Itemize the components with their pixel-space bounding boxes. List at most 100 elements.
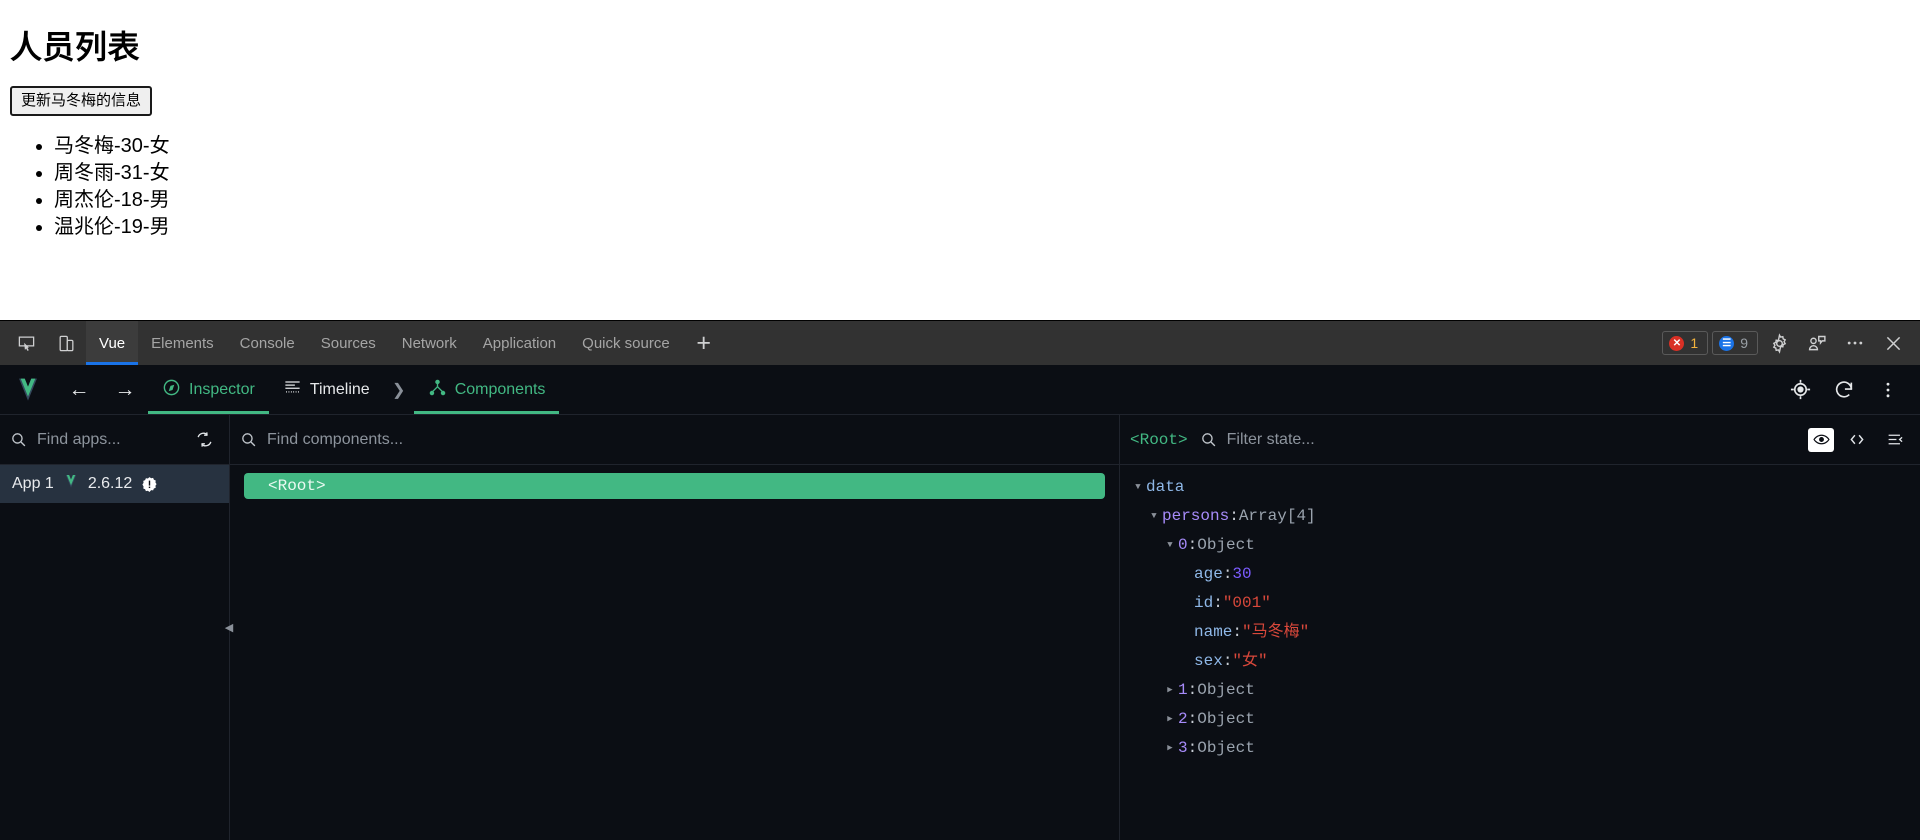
devtools-tab-console[interactable]: Console [227, 321, 308, 365]
state-breadcrumb[interactable]: <Root> [1130, 431, 1192, 449]
vue-logo-icon[interactable] [0, 365, 56, 414]
warning-badge-icon [140, 475, 158, 493]
timeline-icon [283, 378, 302, 402]
caret-down-icon[interactable]: ▼ [1146, 502, 1162, 531]
filter-state-input[interactable] [1224, 429, 1800, 450]
state-separator: : [1187, 710, 1198, 728]
state-value: Array[4] [1238, 507, 1316, 525]
vue-version-logo-icon [62, 474, 80, 494]
state-key: 3 [1178, 739, 1188, 757]
state-key: 0 [1178, 536, 1188, 554]
devtools-tab-vue[interactable]: Vue [86, 321, 139, 365]
message-icon: ☰ [1719, 335, 1735, 351]
navbar-spacer [559, 365, 1778, 414]
state-tree-row[interactable]: name: "马冬梅" [1130, 618, 1920, 647]
close-icon[interactable] [1876, 327, 1910, 359]
caret-down-icon[interactable]: ▼ [1162, 531, 1178, 560]
vue-tab-components[interactable]: Components [413, 365, 560, 414]
person-list-item: 周冬雨-31-女 [54, 161, 1910, 186]
inspector-icon [162, 378, 181, 402]
components-pane-header [230, 415, 1119, 465]
state-tree-row[interactable]: ▼ persons: Array[4] [1130, 502, 1920, 531]
state-tree-row[interactable]: ▼ 0: Object [1130, 531, 1920, 560]
component-tree-item-root[interactable]: <Root> [244, 473, 1105, 499]
state-value: "女" [1232, 652, 1268, 670]
state-tree-row[interactable]: ▶ 2: Object [1130, 705, 1920, 734]
state-key: persons [1162, 507, 1230, 525]
collapse-all-icon[interactable] [1880, 425, 1910, 455]
state-tree-row[interactable]: age: 30 [1130, 560, 1920, 589]
devtools-tab-application[interactable]: Application [470, 321, 569, 365]
state-tree-row[interactable]: id: "001" [1130, 589, 1920, 618]
caret-right-icon[interactable]: ▶ [1162, 734, 1178, 763]
update-person-button[interactable]: 更新马冬梅的信息 [10, 86, 153, 116]
error-count-badge[interactable]: ✕ 1 [1662, 331, 1709, 355]
app-list-item[interactable]: App 1 2.6.12 [0, 465, 229, 503]
message-count-badge[interactable]: ☰ 9 [1712, 331, 1758, 355]
devtools-tab-quick-source[interactable]: Quick source [569, 321, 683, 365]
state-tree-row[interactable]: ▼ data [1130, 473, 1920, 502]
state-tree-row[interactable]: ▶ 3: Object [1130, 734, 1920, 763]
caret-right-icon[interactable]: ▶ [1162, 705, 1178, 734]
target-icon[interactable] [1778, 368, 1822, 412]
message-count-value: 9 [1740, 335, 1748, 351]
vue-tab-timeline[interactable]: Timeline [269, 365, 384, 414]
state-value: Object [1197, 536, 1255, 554]
vue-devtools-icon[interactable] [1800, 327, 1834, 359]
collapse-apps-pane-handle[interactable]: ◀ [222, 621, 236, 635]
person-list-item: 马冬梅-30-女 [54, 134, 1910, 159]
devtools-tabstrip: Vue Elements Console Sources Network App… [0, 321, 1920, 365]
component-tree: <Root> [230, 465, 1119, 840]
page-title: 人员列表 [10, 29, 141, 65]
gear-icon[interactable] [1762, 327, 1796, 359]
state-tree: ▼ data ▼ persons: Array[4] ▼ 0: Object age: 30… [1120, 465, 1920, 840]
browser-viewport: 人员列表 更新马冬梅的信息 马冬梅-30-女周冬雨-31-女周杰伦-18-男温兆… [0, 0, 1920, 320]
nav-back-button[interactable]: ← [56, 365, 102, 414]
state-key: sex [1194, 652, 1223, 670]
person-list-item: 温兆伦-19-男 [54, 215, 1910, 240]
apps-pane-header [0, 415, 229, 465]
state-separator: : [1187, 536, 1198, 554]
state-tree-row[interactable]: ▶ 1: Object [1130, 676, 1920, 705]
app-name: App 1 [12, 475, 54, 492]
vue-tab-inspector[interactable]: Inspector [148, 365, 269, 414]
state-tree-row[interactable]: sex: "女" [1130, 647, 1920, 676]
tabstrip-spacer [725, 321, 1663, 365]
add-tab-button[interactable]: + [683, 321, 725, 365]
state-key: data [1146, 478, 1185, 496]
caret-right-icon[interactable]: ▶ [1162, 676, 1178, 705]
apps-list: App 1 2.6.12 [0, 465, 229, 840]
chevron-right-icon: ❯ [391, 381, 406, 399]
search-icon [10, 431, 27, 448]
open-in-editor-icon[interactable] [1842, 425, 1872, 455]
devtools-tab-sources[interactable]: Sources [308, 321, 389, 365]
person-list: 马冬梅-30-女周冬雨-31-女周杰伦-18-男温兆伦-19-男 [10, 134, 1910, 240]
more-options-icon[interactable] [1838, 327, 1872, 359]
eye-box-icon[interactable] [1808, 427, 1834, 452]
components-icon [428, 378, 447, 402]
vue-devtools-navbar: ← → Inspector Timeline ❯ Components [0, 365, 1920, 415]
state-key: 2 [1178, 710, 1188, 728]
state-value: Object [1197, 739, 1255, 757]
state-value: "马冬梅" [1242, 623, 1310, 641]
state-value: 30 [1232, 565, 1252, 583]
inspect-element-icon[interactable] [6, 321, 46, 365]
refresh-icon[interactable] [1822, 368, 1866, 412]
devtools-toolbar-right: ✕ 1 ☰ 9 [1662, 321, 1920, 365]
search-icon [1200, 431, 1217, 448]
find-components-input[interactable] [265, 429, 1109, 450]
refresh-apps-icon[interactable] [189, 425, 219, 455]
state-separator: : [1187, 739, 1198, 757]
person-list-item: 周杰伦-18-男 [54, 188, 1910, 213]
more-vertical-icon[interactable] [1866, 368, 1910, 412]
device-toolbar-icon[interactable] [46, 321, 86, 365]
vue-tab-inspector-label: Inspector [189, 380, 255, 398]
devtools-tab-network[interactable]: Network [389, 321, 470, 365]
devtools-tab-elements[interactable]: Elements [138, 321, 227, 365]
find-apps-input[interactable] [35, 429, 181, 450]
nav-forward-button[interactable]: → [102, 365, 148, 414]
state-key: 1 [1178, 681, 1188, 699]
vue-tab-timeline-label: Timeline [309, 380, 370, 398]
caret-down-icon[interactable]: ▼ [1130, 473, 1146, 502]
vue-tab-components-label: Components [454, 380, 546, 398]
